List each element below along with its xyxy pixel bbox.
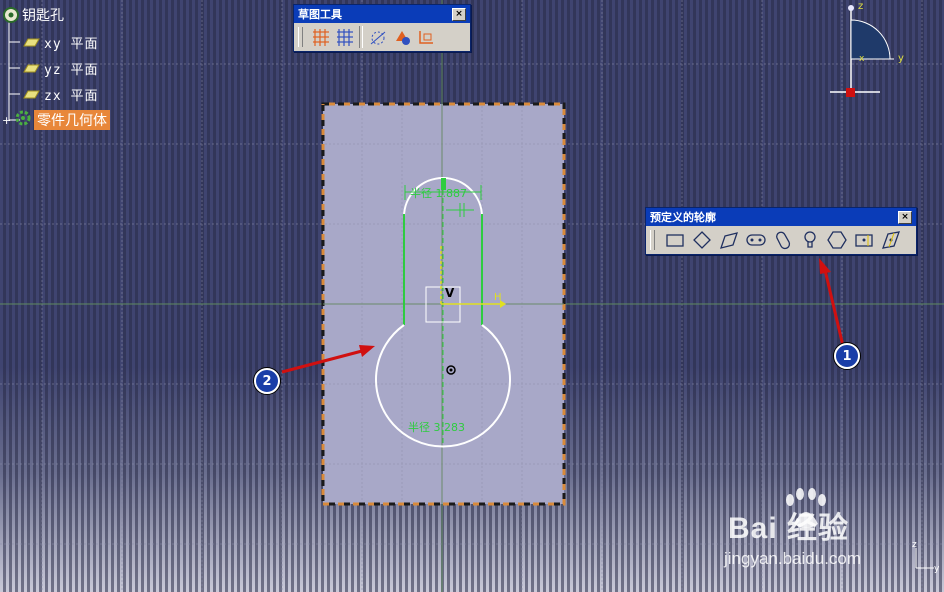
dimension-constraint-icon[interactable] bbox=[415, 26, 437, 48]
tree-item-zx-plane[interactable]: zx 平面 bbox=[20, 84, 98, 104]
compass-y-label: y bbox=[898, 53, 904, 64]
axis-triad bbox=[915, 548, 934, 569]
grid-icon[interactable] bbox=[309, 26, 331, 48]
h-axis-label: H bbox=[494, 292, 502, 303]
parallelogram-icon[interactable] bbox=[718, 229, 740, 251]
sketch-tools-toolbar[interactable]: 草图工具 × bbox=[293, 4, 471, 52]
tree-root-label: 钥匙孔 bbox=[22, 8, 64, 24]
baidu-logo-watermark: Bai 经验 bbox=[728, 512, 850, 545]
close-icon[interactable]: × bbox=[452, 7, 466, 21]
tree-item-part-body[interactable]: + 零件几何体 bbox=[2, 110, 110, 130]
bottom-radius-dimension[interactable]: 半径 3.283 bbox=[408, 420, 465, 434]
triad-z-label: z bbox=[912, 540, 917, 550]
toolbar-grip[interactable] bbox=[650, 230, 655, 250]
triad-y-label: y bbox=[934, 564, 940, 574]
compass-z-label: z bbox=[858, 1, 863, 12]
elongated-hole-icon[interactable] bbox=[745, 229, 767, 251]
plane-icon bbox=[20, 59, 40, 78]
baidu-url-watermark: jingyan.baidu.com bbox=[724, 549, 862, 568]
rectangle-icon[interactable] bbox=[664, 229, 686, 251]
zx-plane-label: zx 平面 bbox=[44, 88, 99, 104]
geometric-constraint-icon[interactable] bbox=[391, 26, 413, 48]
toolbar-grip[interactable] bbox=[298, 27, 303, 47]
tree-root[interactable]: 钥匙孔 bbox=[2, 5, 64, 25]
annotation-badge-2: 2 bbox=[254, 368, 280, 394]
expand-plus-icon[interactable]: + bbox=[2, 114, 12, 127]
part-body-label: 零件几何体 bbox=[34, 110, 110, 130]
oriented-rectangle-icon[interactable] bbox=[691, 229, 713, 251]
centered-parallelogram-icon[interactable] bbox=[880, 229, 902, 251]
annotation-badge-1: 1 bbox=[834, 343, 860, 369]
plane-icon bbox=[20, 85, 40, 104]
body-gear-icon bbox=[12, 109, 34, 131]
v-axis-label: V bbox=[445, 286, 455, 300]
compass-x-label: x bbox=[859, 54, 865, 64]
centered-rectangle-icon[interactable] bbox=[853, 229, 875, 251]
hexagon-icon[interactable] bbox=[826, 229, 848, 251]
compass-widget[interactable] bbox=[830, 5, 894, 97]
close-icon[interactable]: × bbox=[898, 210, 912, 224]
tree-item-xy-plane[interactable]: xy 平面 bbox=[20, 32, 98, 52]
toolbar-title: 草图工具 bbox=[298, 8, 342, 21]
xy-plane-label: xy 平面 bbox=[44, 36, 99, 52]
part-icon bbox=[2, 6, 22, 24]
tree-item-yz-plane[interactable]: yz 平面 bbox=[20, 58, 98, 78]
snap-grid-icon[interactable] bbox=[333, 26, 355, 48]
yz-plane-label: yz 平面 bbox=[44, 62, 99, 78]
predefined-profiles-toolbar[interactable]: 预定义的轮廓 × bbox=[645, 207, 917, 255]
toolbar-title: 预定义的轮廓 bbox=[650, 211, 716, 224]
cylindrical-elongated-hole-icon[interactable] bbox=[772, 229, 794, 251]
construction-icon[interactable] bbox=[367, 26, 389, 48]
toolbar-title-bar[interactable]: 草图工具 × bbox=[294, 5, 470, 23]
toolbar-title-bar[interactable]: 预定义的轮廓 × bbox=[646, 208, 916, 226]
toolbar-separator bbox=[359, 26, 363, 48]
plane-icon bbox=[20, 33, 40, 52]
keyhole-profile-icon[interactable] bbox=[799, 229, 821, 251]
top-radius-dimension[interactable]: 半径 1.887 bbox=[410, 186, 467, 200]
